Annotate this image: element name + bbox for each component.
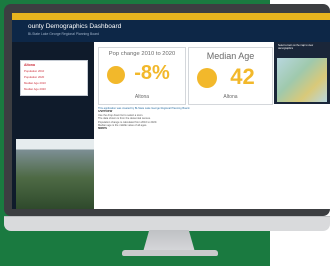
map-panel: Select a town on the map to view demogra…: [274, 42, 330, 104]
title-bar: [12, 13, 330, 20]
dashboard-title: ounty Demographics Dashboard: [28, 23, 122, 30]
region-map[interactable]: [277, 58, 327, 102]
monitor-base: [122, 250, 218, 256]
dashboard-subtitle: Bi-State Lake George Regional Planning B…: [28, 32, 100, 36]
town-stat-line: Median Age 2010: [24, 81, 46, 85]
card-label: Pop change 2010 to 2020: [108, 51, 176, 57]
description-panel: This application was created by Bi-State…: [98, 107, 328, 209]
card-place: Altona: [223, 94, 238, 100]
pop-change-card: Pop change 2010 to 2020 -8% Altona: [98, 47, 186, 105]
map-caption: Select a town on the map to view demogra…: [278, 44, 314, 51]
median-age-card: Median Age 42 Altona: [188, 47, 273, 105]
town-photo: [16, 139, 94, 209]
monitor-chin: [4, 216, 330, 231]
town-info-box[interactable]: Altona Population 2010 Population 2020 M…: [20, 60, 88, 96]
town-stat-line: Population 2010: [24, 69, 45, 73]
town-stat-line: Median Age 2020: [24, 87, 46, 91]
card-place: Altona: [134, 94, 150, 100]
section-heading: Notes: [98, 127, 107, 131]
town-name: Altona: [24, 63, 35, 67]
town-stat-line: Population 2020: [24, 75, 45, 79]
monitor-stand: [143, 230, 195, 252]
card-value: -8%: [134, 62, 170, 84]
dashboard-screen: ounty Demographics Dashboard Bi-State La…: [12, 13, 330, 209]
card-value: 42: [230, 64, 255, 89]
card-label: Median Age: [206, 51, 255, 61]
